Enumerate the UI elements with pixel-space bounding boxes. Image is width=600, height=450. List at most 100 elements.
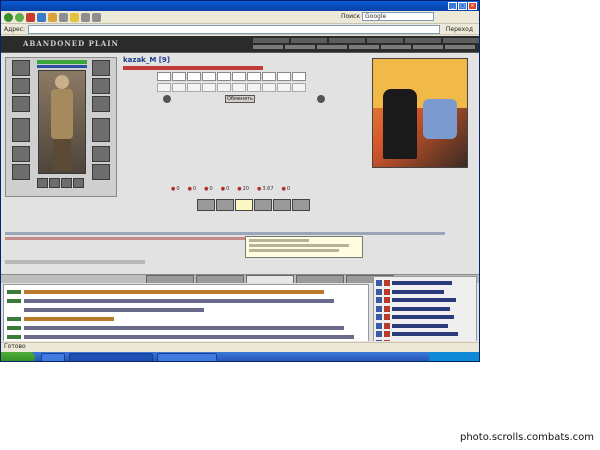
chat-message [7, 332, 365, 341]
attack-zone[interactable] [262, 72, 276, 81]
defense-zone[interactable] [277, 83, 291, 92]
attack-zone[interactable] [202, 72, 216, 81]
start-button[interactable] [1, 352, 35, 361]
attack-zone[interactable] [247, 72, 261, 81]
defense-zone[interactable] [262, 83, 276, 92]
player-row[interactable] [376, 330, 474, 339]
history-icon[interactable] [81, 12, 90, 22]
attack-zone[interactable] [187, 72, 201, 81]
taskbar-item-active[interactable] [69, 353, 153, 361]
legs-slot[interactable] [92, 146, 110, 162]
attack-zone[interactable] [232, 72, 246, 81]
skill-icon[interactable] [254, 199, 272, 211]
stat-value: 0 [221, 186, 229, 192]
skill-icon[interactable] [292, 199, 310, 211]
forward-icon[interactable] [15, 12, 24, 22]
armor-slot[interactable] [12, 118, 30, 142]
character-panel [5, 57, 117, 197]
defense-zone[interactable] [172, 83, 186, 92]
defense-zone[interactable] [202, 83, 216, 92]
defense-zone[interactable] [187, 83, 201, 92]
stat-value: 0 [188, 186, 196, 192]
player-row[interactable] [376, 339, 474, 341]
earrings-slot[interactable] [92, 60, 110, 76]
stop-icon[interactable] [26, 12, 35, 22]
necklace-slot[interactable] [12, 78, 30, 94]
taskbar-item[interactable] [41, 353, 65, 361]
search-input[interactable]: Google [362, 12, 435, 21]
favorites-icon[interactable] [70, 12, 79, 22]
sub-nav-item[interactable] [317, 45, 347, 49]
defense-zone[interactable] [292, 83, 306, 92]
quick-slot[interactable] [37, 178, 48, 188]
sub-nav-item[interactable] [253, 45, 283, 49]
quick-slots [37, 178, 84, 188]
skill-icon[interactable] [273, 199, 291, 211]
taskbar-item[interactable] [157, 353, 217, 361]
sub-nav-item[interactable] [445, 45, 475, 49]
stat-value: 20 [237, 186, 249, 192]
defense-zone[interactable] [157, 83, 171, 92]
chat-log [3, 284, 369, 341]
rider-figure [423, 99, 457, 139]
attack-zone[interactable] [277, 72, 291, 81]
player-row[interactable] [376, 322, 474, 331]
chat-tab[interactable] [196, 275, 244, 283]
top-nav-item[interactable] [367, 38, 403, 43]
bracers-slot[interactable] [92, 118, 110, 142]
chat-tab[interactable] [246, 275, 294, 283]
sub-nav-item[interactable] [381, 45, 411, 49]
defense-zone[interactable] [232, 83, 246, 92]
weapon-slot[interactable] [12, 96, 30, 112]
top-nav-item[interactable] [253, 38, 289, 43]
attack-zone[interactable] [157, 72, 171, 81]
defense-zone[interactable] [247, 83, 261, 92]
attack-zone[interactable] [292, 72, 306, 81]
chat-tab[interactable] [296, 275, 344, 283]
home-icon[interactable] [48, 12, 57, 22]
top-nav-item[interactable] [405, 38, 441, 43]
top-nav-item[interactable] [329, 38, 365, 43]
boots-slot[interactable] [92, 164, 110, 180]
shield-slot[interactable] [92, 96, 110, 112]
player-row[interactable] [376, 279, 474, 288]
sub-nav-item[interactable] [285, 45, 315, 49]
player-row[interactable] [376, 296, 474, 305]
print-icon[interactable] [92, 12, 101, 22]
attack-zone[interactable] [217, 72, 231, 81]
skill-icon[interactable] [197, 199, 215, 211]
minimize-button[interactable]: _ [448, 2, 457, 10]
watermark: photo.scrolls.combats.com [459, 432, 594, 443]
skill-icon[interactable] [235, 199, 253, 211]
prev-target-icon[interactable] [163, 95, 171, 103]
go-button[interactable]: Переход [443, 26, 476, 33]
sub-nav-item[interactable] [413, 45, 443, 49]
top-nav-item[interactable] [291, 38, 327, 43]
character-body [51, 89, 73, 139]
maximize-button[interactable]: □ [458, 2, 467, 10]
quick-slot[interactable] [61, 178, 72, 188]
address-input[interactable] [28, 24, 440, 34]
ring-slot[interactable] [92, 78, 110, 94]
top-nav-item[interactable] [443, 38, 479, 43]
defense-zone[interactable] [217, 83, 231, 92]
gloves-slot[interactable] [12, 164, 30, 180]
next-target-icon[interactable] [317, 95, 325, 103]
attack-button[interactable]: Обменять [225, 95, 255, 103]
quick-slot[interactable] [49, 178, 60, 188]
chat-tab[interactable] [146, 275, 194, 283]
close-button[interactable]: × [468, 2, 477, 10]
attack-zone[interactable] [172, 72, 186, 81]
skill-icon[interactable] [216, 199, 234, 211]
opponent-name[interactable]: kazak_M [9] [123, 56, 170, 64]
quick-slot[interactable] [73, 178, 84, 188]
player-row[interactable] [376, 305, 474, 314]
refresh-icon[interactable] [37, 12, 46, 22]
search-toolbar-icon[interactable] [59, 12, 68, 22]
player-row[interactable] [376, 313, 474, 322]
player-row[interactable] [376, 288, 474, 297]
helmet-slot[interactable] [12, 60, 30, 76]
sub-nav-item[interactable] [349, 45, 379, 49]
belt-slot[interactable] [12, 146, 30, 162]
back-icon[interactable] [4, 12, 13, 22]
